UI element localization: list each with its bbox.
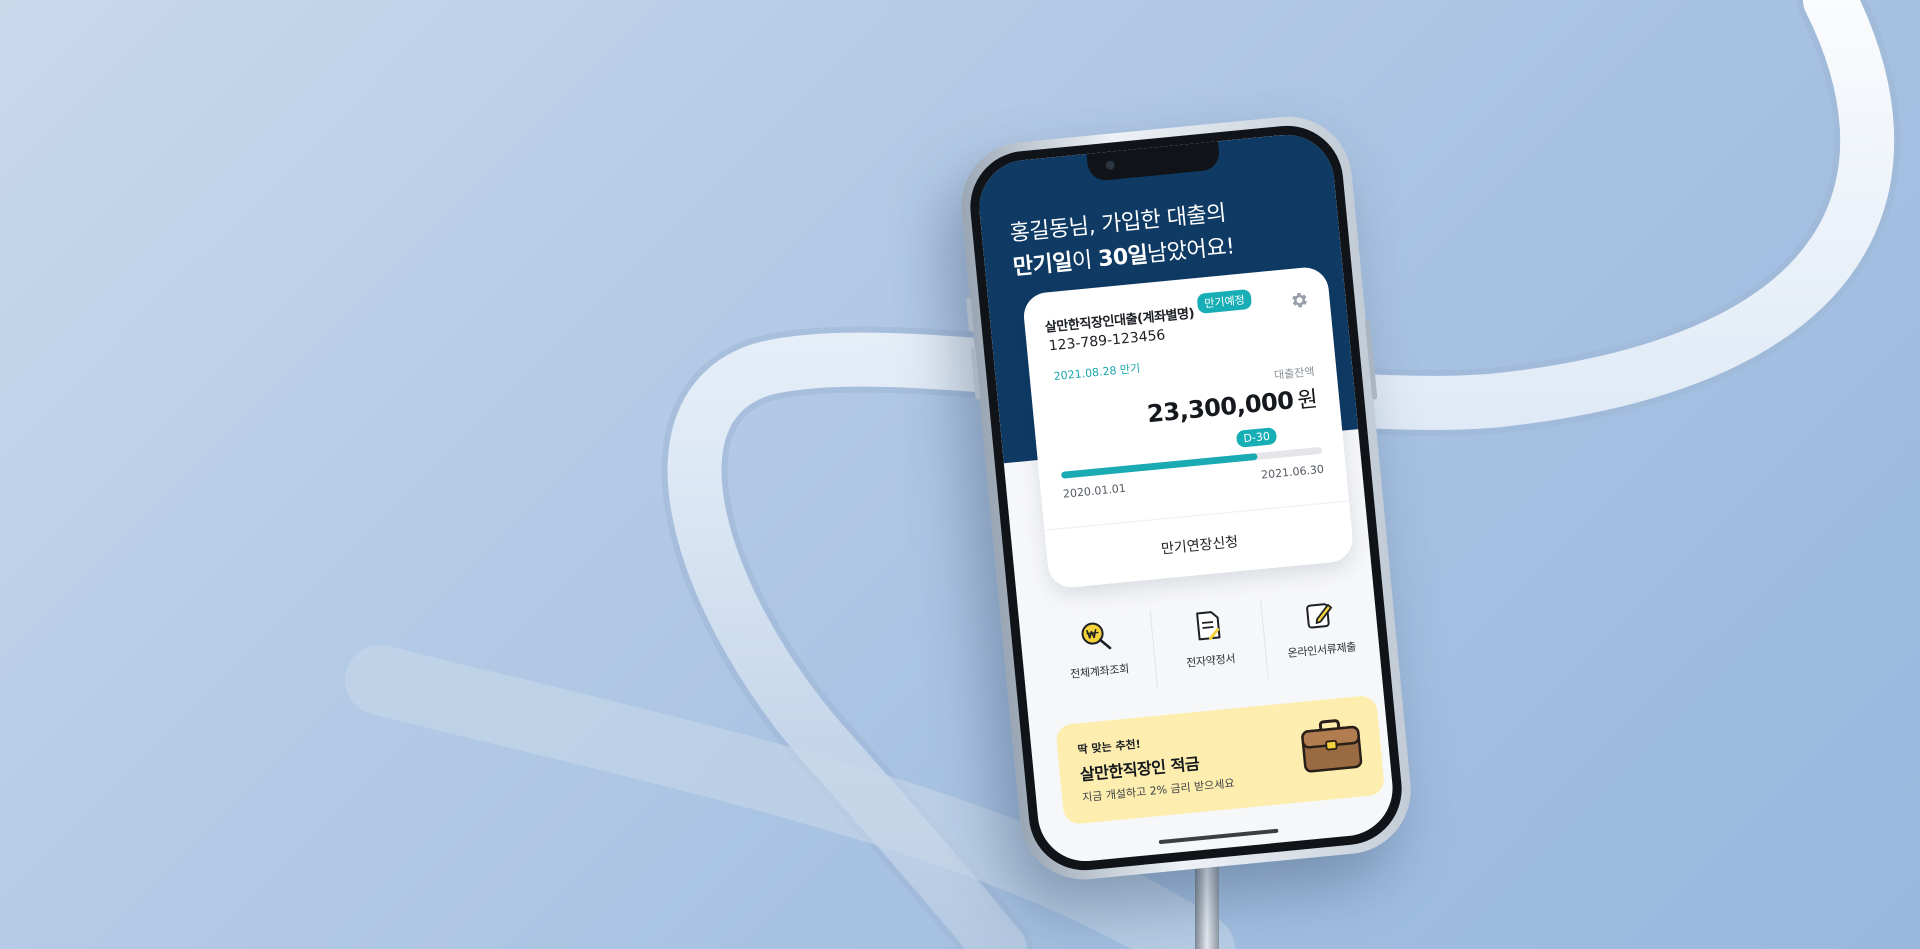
due-date: 2021.08.28 만기 bbox=[1053, 361, 1141, 384]
promo-tag: 딱 맞는 추천! bbox=[1077, 737, 1142, 757]
quick-menu-all-accounts[interactable]: 전체계좌조회 bbox=[1039, 610, 1157, 700]
briefcase-icon bbox=[1301, 719, 1363, 773]
quick-menu: 전체계좌조회 전자약정서 온라인서류제출 bbox=[1039, 588, 1380, 701]
balance-unit: 원 bbox=[1296, 387, 1319, 414]
quick-menu-label: 전자약정서 bbox=[1185, 652, 1236, 670]
quick-menu-e-contract[interactable]: 전자약정서 bbox=[1149, 599, 1269, 690]
camera-icon bbox=[1105, 160, 1116, 171]
app-screen: 홍길동님, 가입한 대출의 만기일이 30일남았어요! 살만한직장인대출(계좌별… bbox=[975, 130, 1397, 866]
greeting-tail: 남았어요! bbox=[1146, 234, 1236, 268]
extend-maturity-button[interactable]: 만기연장신청 bbox=[1044, 500, 1354, 589]
end-date: 2021.06.30 bbox=[1260, 462, 1325, 482]
days-left-highlight: 30일 bbox=[1097, 242, 1149, 273]
edit-document-icon bbox=[1305, 603, 1332, 629]
promo-banner[interactable]: 딱 맞는 추천! 살만한직장인 적금 지금 개설하고 2% 금리 받으세요 bbox=[1055, 694, 1386, 826]
greeting-particle: 이 bbox=[1070, 247, 1100, 275]
quick-menu-label: 전체계좌조회 bbox=[1069, 662, 1130, 681]
maturity-word: 만기일 bbox=[1011, 249, 1074, 281]
balance-label: 대출잔액 bbox=[1273, 365, 1316, 382]
quick-menu-label: 온라인서류제출 bbox=[1287, 640, 1357, 660]
loan-card: 살만한직장인대출(계좌별명) 만기예정 123-789-123456 2021.… bbox=[1021, 265, 1355, 590]
quick-menu-online-documents[interactable]: 온라인서류제출 bbox=[1260, 588, 1380, 679]
start-date: 2020.01.01 bbox=[1062, 481, 1127, 501]
maturity-status-badge: 만기예정 bbox=[1196, 288, 1253, 314]
phone-mockup: 홍길동님, 가입한 대출의 만기일이 30일남았어요! 살만한직장인대출(계좌별… bbox=[955, 110, 1417, 886]
won-search-icon bbox=[1081, 622, 1112, 650]
loan-progress-fill bbox=[1060, 453, 1258, 479]
gear-icon[interactable] bbox=[1289, 289, 1311, 311]
background-tube bbox=[345, 0, 1901, 949]
phone-stand bbox=[1195, 860, 1219, 949]
phone-bezel: 홍길동님, 가입한 대출의 만기일이 30일남았어요! 살만한직장인대출(계좌별… bbox=[965, 120, 1407, 876]
balance-amount: 23,300,000 bbox=[1145, 386, 1295, 429]
document-icon bbox=[1196, 611, 1221, 641]
loan-balance: 23,300,000원 bbox=[1146, 381, 1319, 429]
home-indicator bbox=[1158, 828, 1279, 845]
dday-badge: D-30 bbox=[1235, 427, 1278, 448]
